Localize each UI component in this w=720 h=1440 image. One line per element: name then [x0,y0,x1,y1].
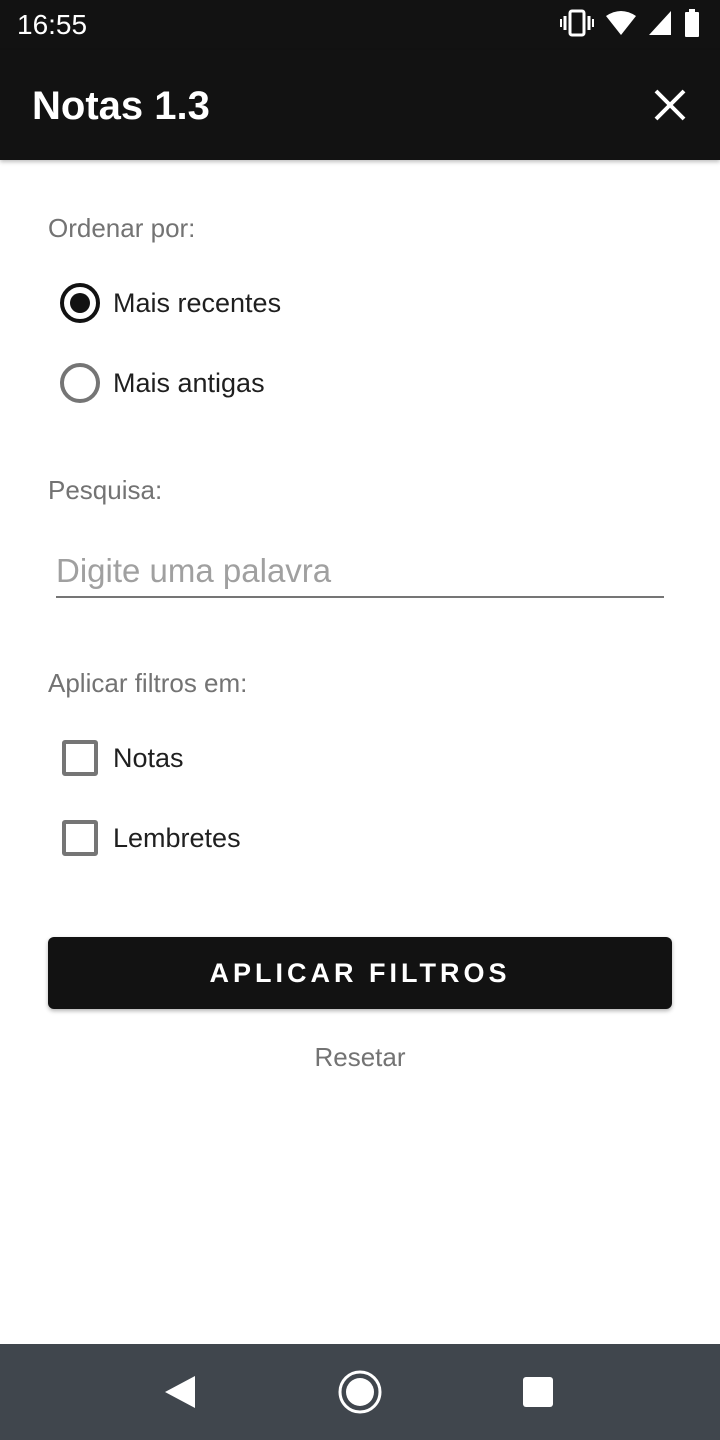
sort-option-oldest[interactable]: Mais antigas [60,361,265,405]
filter-option-label: Lembretes [113,823,241,853]
sort-option-newest[interactable]: Mais recentes [60,281,281,325]
recents-button[interactable] [514,1368,562,1416]
navigation-bar [0,1344,720,1440]
filter-option-notas[interactable]: Notas [60,736,184,780]
sort-option-label: Mais recentes [113,288,282,318]
home-button[interactable] [336,1368,384,1416]
wifi-icon [606,10,636,41]
checkbox-lembretes[interactable] [62,820,98,856]
close-button[interactable] [650,85,690,125]
sort-option-label: Mais antigas [113,368,265,398]
home-icon [338,1370,382,1414]
battery-icon [684,8,700,42]
search-input[interactable] [56,546,664,598]
filter-option-lembretes[interactable]: Lembretes [60,816,241,860]
app-bar: Notas 1.3 [0,50,720,160]
close-icon [654,89,686,121]
radio-button-unchecked[interactable] [60,363,100,403]
status-time: 16:55 [17,9,88,40]
vibrate-icon [560,9,594,42]
back-icon [165,1376,195,1408]
sort-label: Ordenar por: [48,213,196,243]
search-label: Pesquisa: [48,475,163,505]
filters-label: Aplicar filtros em: [48,668,248,698]
status-icons [560,8,700,42]
apply-filters-button[interactable]: APLICAR FILTROS [48,937,672,1009]
cellular-signal-icon [648,10,672,41]
filter-option-label: Notas [113,743,184,773]
status-bar: 16:55 [0,0,720,50]
app-title: Notas 1.3 [32,84,210,128]
back-button[interactable] [156,1368,204,1416]
filter-screen: 16:55 Notas 1.3 Ordenar por: Mais recent… [0,0,720,1440]
radio-button-checked[interactable] [60,283,100,323]
checkbox-notas[interactable] [62,740,98,776]
recents-icon [523,1377,553,1407]
reset-button[interactable]: Resetar [0,1040,720,1074]
